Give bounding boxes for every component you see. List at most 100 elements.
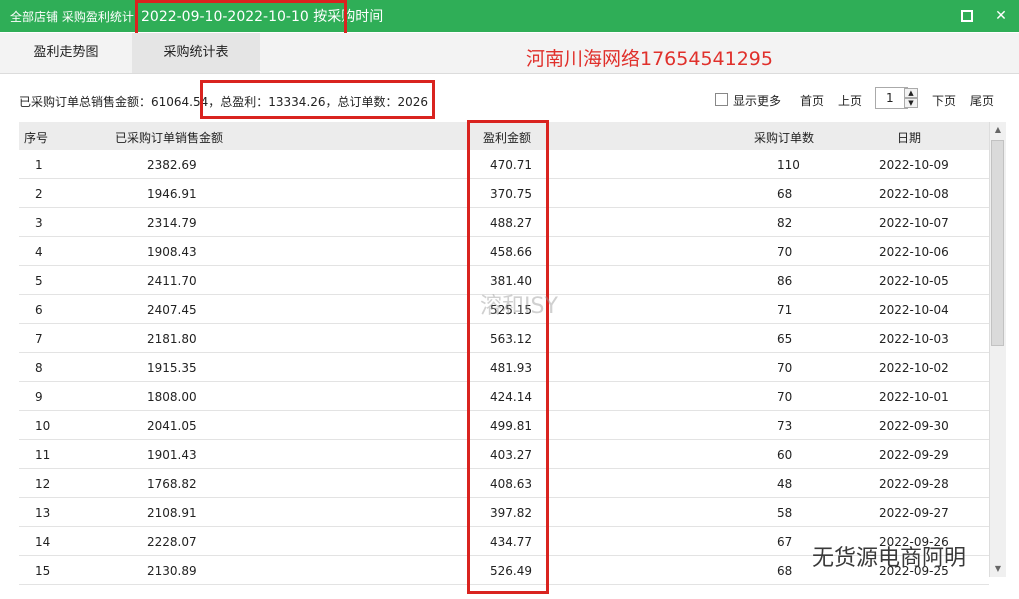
- cell-index: 12: [35, 477, 51, 491]
- cell-date: 2022-10-08: [879, 187, 949, 201]
- cell-sales-amount: 1901.43: [147, 448, 197, 462]
- cell-index: 7: [35, 332, 43, 346]
- table-row[interactable]: 8 1915.35 481.93 70 2022-10-02: [19, 353, 989, 382]
- page-down-spinner[interactable]: ▼: [904, 98, 918, 108]
- page-up-spinner[interactable]: ▲: [904, 88, 918, 98]
- close-icon: ✕: [995, 8, 1007, 24]
- table-row[interactable]: 2 1946.91 370.75 68 2022-10-08: [19, 179, 989, 208]
- cell-sales-amount: 2314.79: [147, 216, 197, 230]
- table-row[interactable]: 3 2314.79 488.27 82 2022-10-07: [19, 208, 989, 237]
- cell-profit-amount: 481.93: [490, 361, 532, 375]
- first-page-link[interactable]: 首页: [800, 92, 824, 109]
- vertical-scrollbar[interactable]: ▲ ▼: [989, 122, 1006, 577]
- cell-sales-amount: 2407.45: [147, 303, 197, 317]
- watermark-text: 河南川海网络17654541295: [526, 48, 773, 70]
- cell-order-count: 70: [777, 361, 793, 375]
- cell-index: 4: [35, 245, 43, 259]
- cell-date: 2022-10-03: [879, 332, 949, 346]
- summary-bar: 已采购订单总销售金额：61064.54，总盈利：13334.26，总订单数：20…: [19, 93, 428, 110]
- last-page-link[interactable]: 尾页: [970, 92, 994, 109]
- cell-profit-amount: 499.81: [490, 419, 532, 433]
- tab-bar: 盈利走势图 采购统计表: [0, 33, 1019, 74]
- cell-profit-amount: 397.82: [490, 506, 532, 520]
- header-sales-amount: 已采购订单销售金额: [115, 131, 224, 145]
- cell-profit-amount: 526.49: [490, 564, 532, 578]
- cell-order-count: 58: [777, 506, 793, 520]
- table-row[interactable]: 13 2108.91 397.82 58 2022-09-27: [19, 498, 989, 527]
- show-more-label: 显示更多: [733, 94, 782, 108]
- cell-date: 2022-10-06: [879, 245, 949, 259]
- header-profit-amount: 盈利金额: [483, 131, 532, 145]
- cell-order-count: 65: [777, 332, 793, 346]
- weibo-watermark: 溶和ISY: [480, 294, 558, 319]
- cell-index: 13: [35, 506, 51, 520]
- cell-order-count: 67: [777, 535, 793, 549]
- cell-sales-amount: 2411.70: [147, 274, 197, 288]
- table-row[interactable]: 12 1768.82 408.63 48 2022-09-28: [19, 469, 989, 498]
- cell-date: 2022-10-02: [879, 361, 949, 375]
- cell-index: 6: [35, 303, 43, 317]
- cell-index: 15: [35, 564, 51, 578]
- show-more-checkbox[interactable]: [715, 93, 728, 106]
- table-row[interactable]: 11 1901.43 403.27 60 2022-09-29: [19, 440, 989, 469]
- cell-index: 3: [35, 216, 43, 230]
- table-row[interactable]: 1 2382.69 470.71 110 2022-10-09: [19, 150, 989, 179]
- summary-sales-total: 已采购订单总销售金额：61064.54: [19, 95, 209, 109]
- cell-sales-amount: 1946.91: [147, 187, 197, 201]
- cell-date: 2022-09-29: [879, 448, 949, 462]
- scrollbar-thumb[interactable]: [991, 140, 1004, 346]
- cell-date: 2022-10-01: [879, 390, 949, 404]
- cell-date: 2022-09-28: [879, 477, 949, 491]
- cell-profit-amount: 458.66: [490, 245, 532, 259]
- cell-order-count: 70: [777, 390, 793, 404]
- maximize-icon: [961, 10, 973, 22]
- cell-index: 10: [35, 419, 51, 433]
- table-row[interactable]: 9 1808.00 424.14 70 2022-10-01: [19, 382, 989, 411]
- cell-profit-amount: 470.71: [490, 158, 532, 172]
- cell-order-count: 82: [777, 216, 793, 230]
- header-index: 序号: [24, 131, 49, 145]
- cell-order-count: 86: [777, 274, 793, 288]
- cell-order-count: 48: [777, 477, 793, 491]
- header-date: 日期: [897, 131, 922, 145]
- cell-date: 2022-10-07: [879, 216, 949, 230]
- scroll-down-icon[interactable]: ▼: [990, 561, 1006, 577]
- cell-order-count: 71: [777, 303, 793, 317]
- tab-purchase-stats[interactable]: 采购统计表: [132, 33, 260, 73]
- cell-date: 2022-10-09: [879, 158, 949, 172]
- prev-page-link[interactable]: 上页: [838, 92, 862, 109]
- cell-date: 2022-09-27: [879, 506, 949, 520]
- cell-date: 2022-10-04: [879, 303, 949, 317]
- cell-index: 2: [35, 187, 43, 201]
- cell-sales-amount: 2382.69: [147, 158, 197, 172]
- cell-order-count: 73: [777, 419, 793, 433]
- cell-index: 5: [35, 274, 43, 288]
- cell-order-count: 60: [777, 448, 793, 462]
- maximize-button[interactable]: [959, 8, 975, 24]
- cell-sales-amount: 2181.80: [147, 332, 197, 346]
- cell-order-count: 110: [777, 158, 800, 172]
- tab-profit-trend[interactable]: 盈利走势图: [0, 33, 132, 73]
- cell-profit-amount: 434.77: [490, 535, 532, 549]
- cell-sales-amount: 2228.07: [147, 535, 197, 549]
- close-button[interactable]: ✕: [993, 8, 1009, 24]
- header-order-count: 采购订单数: [754, 131, 815, 145]
- cell-index: 14: [35, 535, 51, 549]
- cell-sales-amount: 1915.35: [147, 361, 197, 375]
- table-header: 序号 已采购订单销售金额 盈利金额 采购订单数 日期: [19, 122, 989, 150]
- window-title: 全部店铺 采购盈利统计: [10, 10, 134, 24]
- cell-profit-amount: 370.75: [490, 187, 532, 201]
- summary-profit-total: ，总盈利：13334.26，总订单数：2026: [208, 95, 429, 109]
- next-page-link[interactable]: 下页: [932, 92, 956, 109]
- table-row[interactable]: 7 2181.80 563.12 65 2022-10-03: [19, 324, 989, 353]
- cell-sales-amount: 2108.91: [147, 506, 197, 520]
- table-body: 1 2382.69 470.71 110 2022-10-09 2 1946.91 370.7…: [19, 150, 989, 585]
- cell-order-count: 68: [777, 187, 793, 201]
- cell-date: 2022-10-05: [879, 274, 949, 288]
- cell-profit-amount: 563.12: [490, 332, 532, 346]
- table-row[interactable]: 4 1908.43 458.66 70 2022-10-06: [19, 237, 989, 266]
- scroll-up-icon[interactable]: ▲: [990, 122, 1006, 138]
- table-row[interactable]: 10 2041.05 499.81 73 2022-09-30: [19, 411, 989, 440]
- cell-sales-amount: 1768.82: [147, 477, 197, 491]
- wechat-watermark: 无货源电商阿明: [812, 546, 967, 571]
